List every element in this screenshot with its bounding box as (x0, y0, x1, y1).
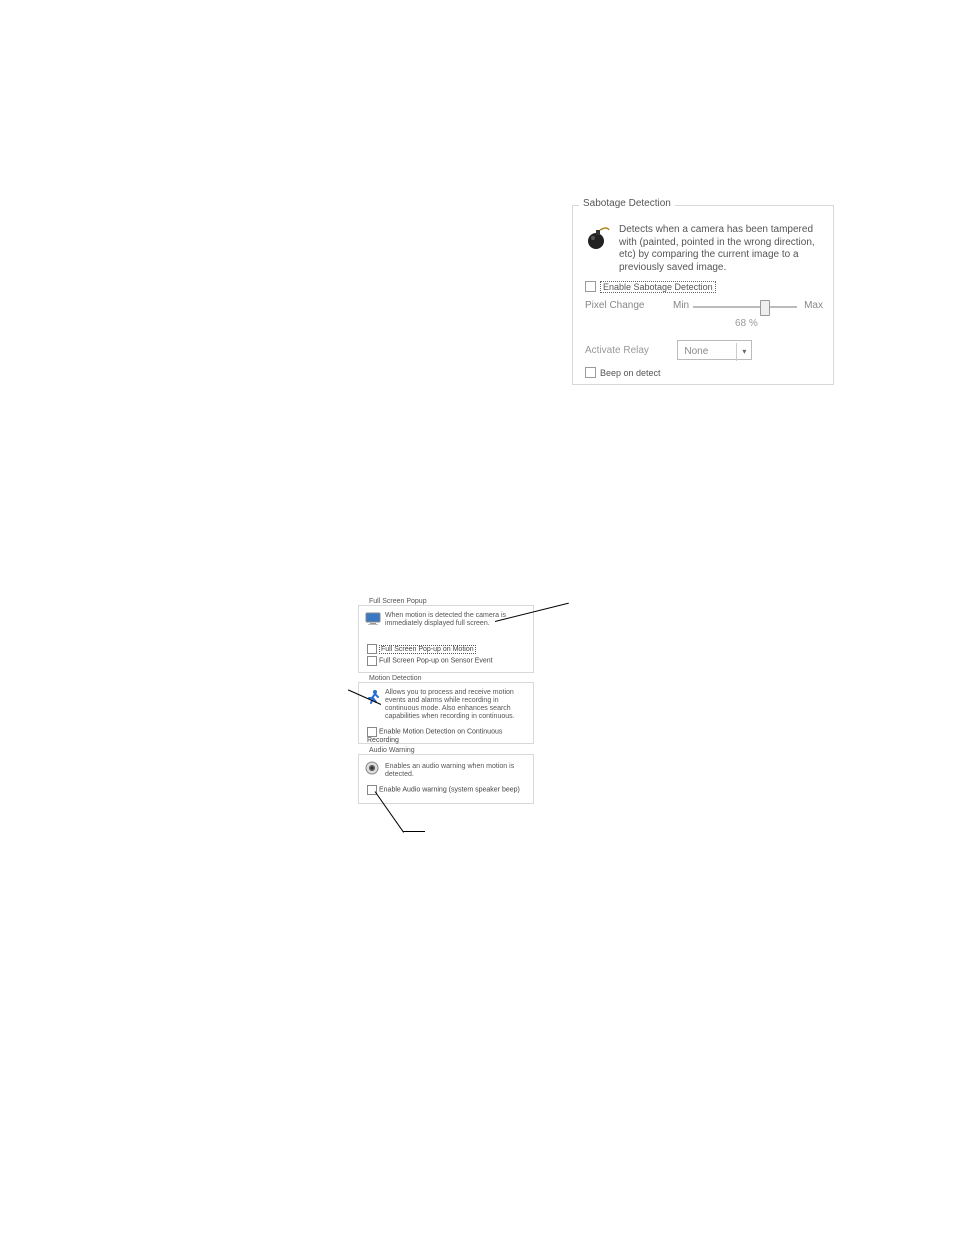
audio-enable-label: Enable Audio warning (system speaker bee… (379, 787, 520, 794)
chevron-down-icon: ▾ (736, 343, 751, 361)
activate-relay-select[interactable]: None▾ (677, 340, 752, 360)
beep-checkbox[interactable] (585, 367, 596, 378)
fullscreen-sensor-checkbox[interactable] (367, 656, 377, 666)
fullscreen-sensor-label: Full Screen Pop-up on Sensor Event (379, 658, 493, 665)
fullscreen-popup-group: Full Screen Popup When motion is detecte… (358, 605, 534, 673)
speaker-icon (365, 761, 379, 775)
beep-label: Beep on detect (600, 368, 661, 378)
activate-relay-label: Activate Relay (585, 345, 649, 356)
monitor-icon (365, 612, 381, 626)
fullscreen-description: When motion is detected the camera is im… (385, 612, 527, 628)
audio-warning-group: Audio Warning Enables an audio warning w… (358, 754, 534, 804)
activate-relay-row: Activate Relay None▾ (585, 340, 752, 360)
pixel-change-max-label: Max (804, 300, 823, 311)
fullscreen-motion-row[interactable]: Full Screen Pop-up on Motion (367, 644, 476, 654)
callout-line (403, 831, 425, 832)
fullscreen-title: Full Screen Popup (365, 598, 431, 605)
sabotage-detection-group: Sabotage Detection Detects when a camera… (572, 205, 834, 385)
fullscreen-sensor-row[interactable]: Full Screen Pop-up on Sensor Event (367, 656, 493, 666)
enable-sabotage-checkbox[interactable] (585, 281, 596, 292)
sabotage-title: Sabotage Detection (579, 198, 675, 209)
motion-enable-label: Enable Motion Detection on Continuous Re… (367, 729, 502, 745)
pixel-change-label: Pixel Change (585, 300, 644, 311)
pixel-change-slider-track[interactable] (693, 306, 797, 308)
pixel-change-slider-thumb[interactable] (760, 300, 770, 316)
motion-enable-checkbox[interactable] (367, 727, 377, 737)
motion-title: Motion Detection (365, 675, 426, 682)
motion-enable-row[interactable]: Enable Motion Detection on Continuous Re… (367, 727, 533, 744)
activate-relay-value: None (678, 343, 736, 361)
beep-row[interactable]: Beep on detect (585, 364, 661, 382)
fullscreen-motion-checkbox[interactable] (367, 644, 377, 654)
audio-title: Audio Warning (365, 747, 419, 754)
pixel-change-percent: 68 % (735, 318, 758, 329)
audio-enable-row[interactable]: Enable Audio warning (system speaker bee… (367, 785, 520, 795)
motion-description: Allows you to process and receive motion… (385, 689, 527, 721)
sabotage-description: Detects when a camera has been tampered … (619, 224, 819, 274)
enable-sabotage-label: Enable Sabotage Detection (600, 281, 716, 293)
fullscreen-motion-label: Full Screen Pop-up on Motion (379, 645, 476, 654)
pixel-change-min-label: Min (673, 300, 689, 311)
enable-sabotage-row[interactable]: Enable Sabotage Detection (585, 278, 716, 296)
bomb-icon (585, 224, 611, 250)
audio-description: Enables an audio warning when motion is … (385, 763, 527, 779)
motion-detection-group: Motion Detection Allows you to process a… (358, 682, 534, 744)
